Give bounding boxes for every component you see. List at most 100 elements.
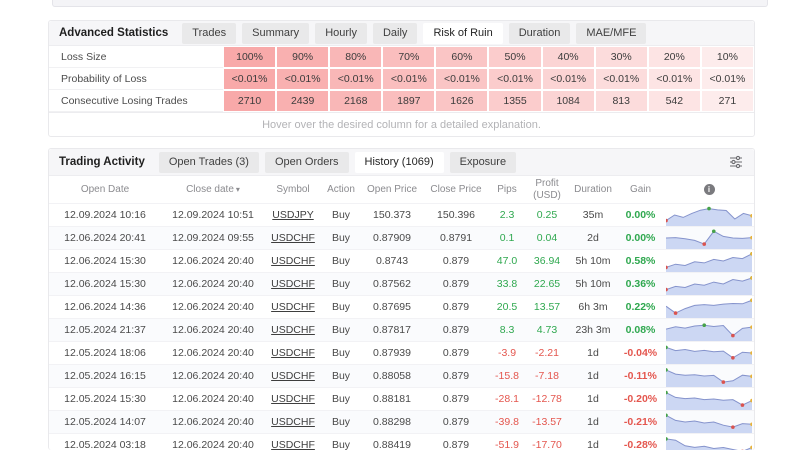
risk-cell[interactable]: 2168 <box>329 90 382 112</box>
cell-chart <box>664 273 754 295</box>
cell-duration: 5h 10m <box>569 255 617 267</box>
cell-close-date: 12.06.2024 20:40 <box>161 416 265 428</box>
cell-chart <box>664 250 754 272</box>
risk-cell[interactable]: <0.01% <box>223 68 276 90</box>
cell-gain: -0.20% <box>617 393 664 405</box>
cell-open-date: 12.05.2024 15:30 <box>49 393 161 405</box>
trade-sparkline-chart <box>666 342 752 364</box>
risk-cell[interactable]: 1084 <box>542 90 595 112</box>
risk-cell[interactable]: 1897 <box>382 90 435 112</box>
cell-open-date: 12.05.2024 21:37 <box>49 324 161 336</box>
cell-action: Buy <box>321 209 361 221</box>
symbol-link[interactable]: USDCHF <box>271 324 315 336</box>
cell-close-price: 150.396 <box>423 209 489 221</box>
tab-open-orders[interactable]: Open Orders <box>265 152 349 173</box>
sort-caret-icon[interactable]: ▾ <box>236 185 240 194</box>
column-header-close-date[interactable]: Close date▾ <box>161 184 265 196</box>
risk-cell[interactable]: <0.01% <box>488 68 541 90</box>
cell-duration: 1d <box>569 393 617 405</box>
risk-cell[interactable]: 100% <box>223 46 276 68</box>
tab-history-1069[interactable]: History (1069) <box>355 152 444 173</box>
risk-cell[interactable]: <0.01% <box>329 68 382 90</box>
risk-cell[interactable]: 542 <box>648 90 701 112</box>
cell-profit: 0.25 <box>525 209 569 221</box>
symbol-link[interactable]: USDCHF <box>271 416 315 428</box>
risk-cell[interactable]: <0.01% <box>595 68 648 90</box>
column-header-open-date: Open Date <box>49 184 161 196</box>
cell-close-price: 0.879 <box>423 255 489 267</box>
cell-profit: 22.65 <box>525 278 569 290</box>
symbol-link[interactable]: USDCHF <box>271 347 315 359</box>
cell-gain: 0.00% <box>617 209 664 221</box>
cell-close-date: 12.06.2024 20:40 <box>161 301 265 313</box>
risk-cell[interactable]: 20% <box>648 46 701 68</box>
tab-duration[interactable]: Duration <box>509 23 571 44</box>
risk-cell[interactable]: 60% <box>435 46 488 68</box>
risk-cell[interactable]: 813 <box>595 90 648 112</box>
tab-mae-mfe[interactable]: MAE/MFE <box>576 23 646 44</box>
risk-cell[interactable]: 1355 <box>488 90 541 112</box>
cell-pips: 0.1 <box>489 232 525 244</box>
history-table-row: 12.05.2024 18:0612.06.2024 20:40USDCHFBu… <box>49 341 754 364</box>
cell-action: Buy <box>321 439 361 450</box>
info-icon[interactable]: i <box>704 184 715 195</box>
cell-action: Buy <box>321 393 361 405</box>
cell-action: Buy <box>321 232 361 244</box>
symbol-link[interactable]: USDCHF <box>271 278 315 290</box>
cell-pips: -51.9 <box>489 439 525 450</box>
trade-sparkline-chart <box>666 273 752 295</box>
filter-sliders-icon[interactable] <box>728 154 744 170</box>
cell-chart <box>664 434 754 450</box>
history-table-row: 12.06.2024 15:3012.06.2024 20:40USDCHFBu… <box>49 249 754 272</box>
risk-cell[interactable]: <0.01% <box>276 68 329 90</box>
tab-open-trades-3[interactable]: Open Trades (3) <box>159 152 259 173</box>
symbol-link[interactable]: USDCHF <box>271 232 315 244</box>
risk-cell[interactable]: <0.01% <box>542 68 595 90</box>
symbol-link[interactable]: USDCHF <box>271 393 315 405</box>
risk-cell[interactable]: 271 <box>701 90 754 112</box>
cell-symbol: USDCHF <box>265 255 321 267</box>
cell-duration: 1d <box>569 347 617 359</box>
cell-symbol: USDCHF <box>265 439 321 450</box>
cell-close-date: 12.09.2024 10:51 <box>161 209 265 221</box>
cell-open-price: 0.87909 <box>361 232 423 244</box>
risk-cell[interactable]: 10% <box>701 46 754 68</box>
symbol-link[interactable]: USDCHF <box>271 439 315 450</box>
tab-trades[interactable]: Trades <box>182 23 236 44</box>
cell-profit: -17.70 <box>525 439 569 450</box>
tab-hourly[interactable]: Hourly <box>315 23 367 44</box>
risk-cell[interactable]: 2710 <box>223 90 276 112</box>
history-table-row: 12.06.2024 20:4112.09.2024 09:55USDCHFBu… <box>49 226 754 249</box>
risk-cell[interactable]: 1626 <box>435 90 488 112</box>
tab-risk-of-ruin[interactable]: Risk of Ruin <box>423 23 502 44</box>
cell-symbol: USDCHF <box>265 278 321 290</box>
column-header-profit-usd: Profit (USD) <box>525 178 569 201</box>
risk-cell[interactable]: 2439 <box>276 90 329 112</box>
risk-cell[interactable]: 50% <box>488 46 541 68</box>
cell-close-price: 0.879 <box>423 324 489 336</box>
risk-cell[interactable]: <0.01% <box>648 68 701 90</box>
risk-cell[interactable]: 30% <box>595 46 648 68</box>
symbol-link[interactable]: USDCHF <box>271 301 315 313</box>
risk-cell[interactable]: <0.01% <box>701 68 754 90</box>
symbol-link[interactable]: USDCHF <box>271 255 315 267</box>
cell-profit: -13.57 <box>525 416 569 428</box>
risk-cell[interactable]: <0.01% <box>382 68 435 90</box>
tab-exposure[interactable]: Exposure <box>450 152 516 173</box>
risk-cell[interactable]: 80% <box>329 46 382 68</box>
cell-open-date: 12.05.2024 16:15 <box>49 370 161 382</box>
symbol-link[interactable]: USDCHF <box>271 370 315 382</box>
cell-close-date: 12.06.2024 20:40 <box>161 255 265 267</box>
risk-cell[interactable]: 40% <box>542 46 595 68</box>
cell-gain: -0.28% <box>617 439 664 450</box>
risk-cell[interactable]: 90% <box>276 46 329 68</box>
cell-pips: -39.8 <box>489 416 525 428</box>
cell-open-price: 150.373 <box>361 209 423 221</box>
tab-daily[interactable]: Daily <box>373 23 417 44</box>
risk-cell[interactable]: 70% <box>382 46 435 68</box>
symbol-link[interactable]: USDJPY <box>272 209 313 221</box>
risk-cell[interactable]: <0.01% <box>435 68 488 90</box>
cell-gain: 0.08% <box>617 324 664 336</box>
history-table-row: 12.05.2024 16:1512.06.2024 20:40USDCHFBu… <box>49 364 754 387</box>
tab-summary[interactable]: Summary <box>242 23 309 44</box>
